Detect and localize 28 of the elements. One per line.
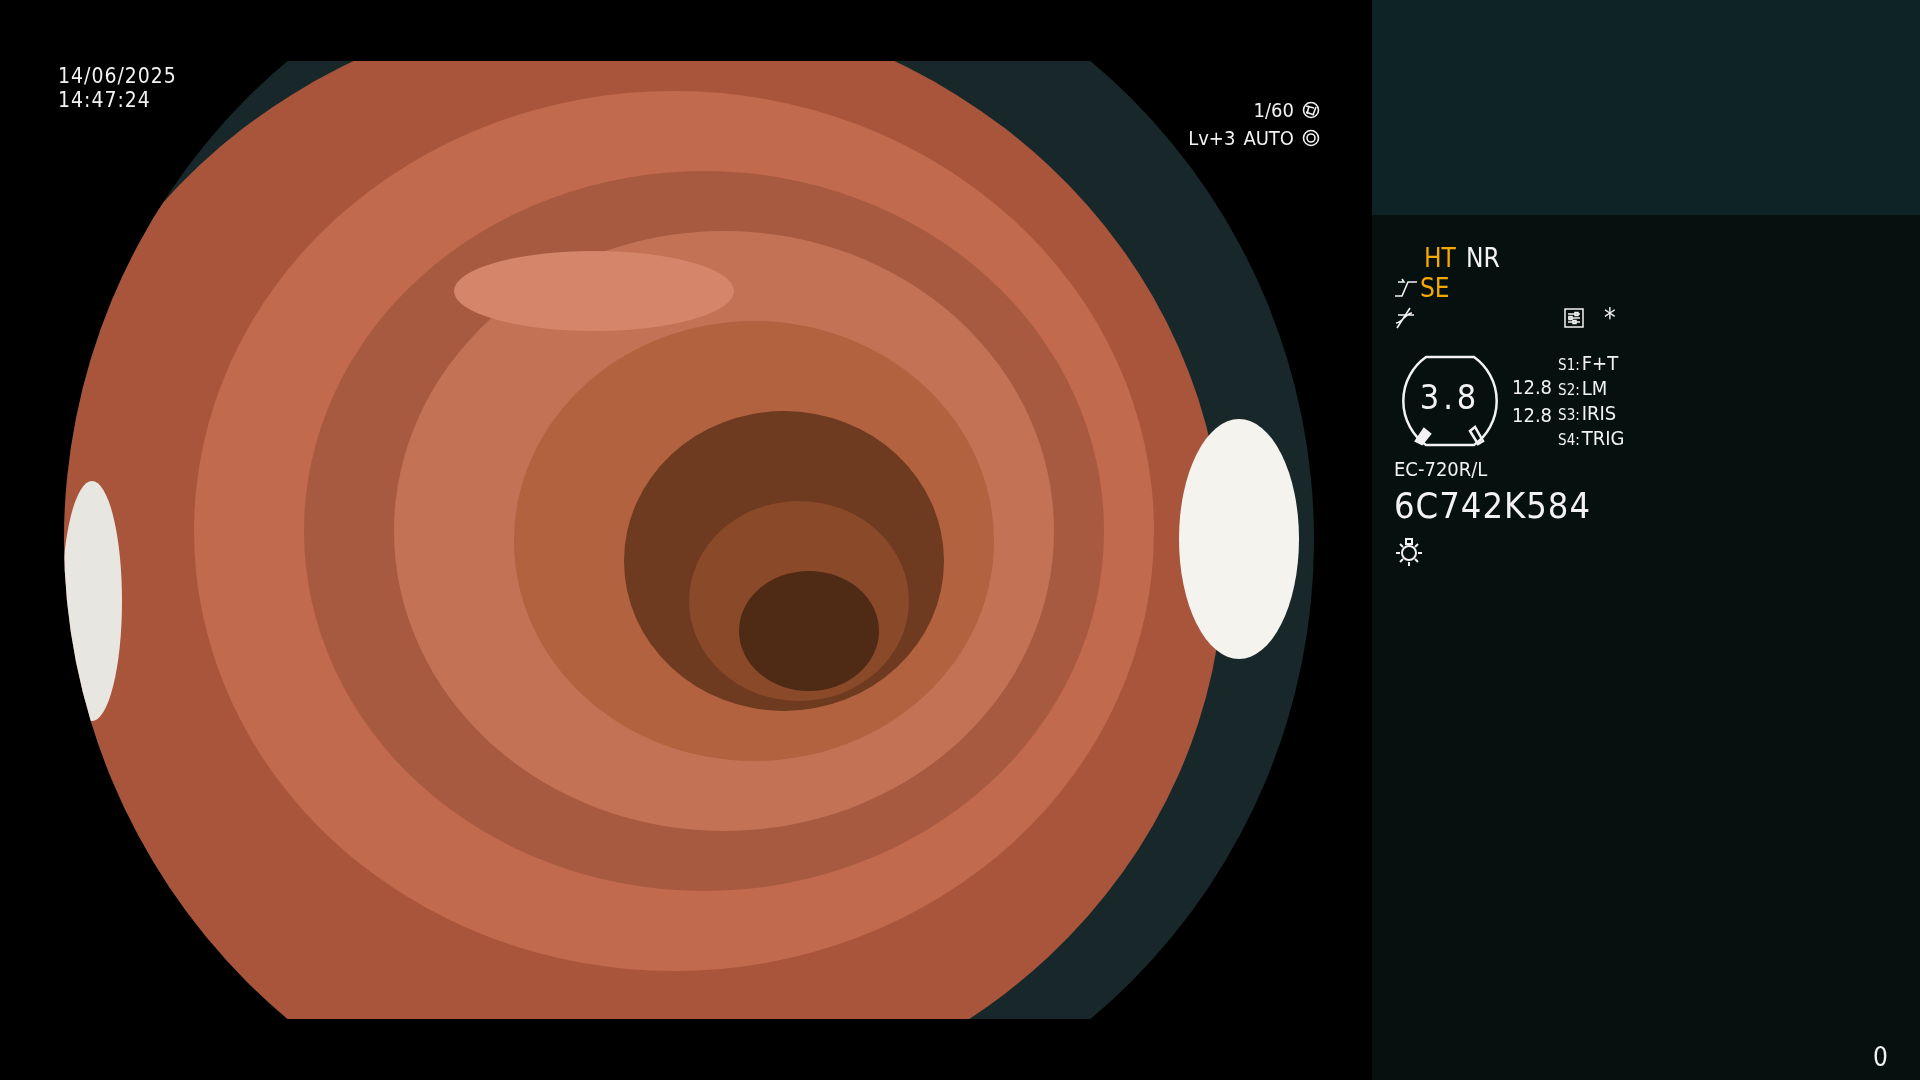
lamp-icon — [1394, 536, 1424, 566]
switch-key: S2: — [1558, 381, 1580, 399]
reading-value: 12.8 — [1512, 403, 1553, 427]
mode-indicator: NR — [1465, 243, 1500, 273]
switch-value: IRIS — [1581, 401, 1617, 425]
switch-key: S3: — [1558, 406, 1580, 424]
counter: 0 — [1873, 1042, 1888, 1072]
mode-indicator: HT — [1424, 243, 1456, 273]
exposure-mode: AUTO — [1243, 126, 1294, 150]
scope-model: EC-720R/L — [1394, 457, 1489, 481]
shutter-speed: 1/60 — [1253, 98, 1294, 122]
slashed-curve-icon — [1394, 307, 1416, 329]
switch-key: S1: — [1558, 356, 1580, 374]
switch-value: TRIG — [1581, 426, 1625, 450]
settings-icon — [1564, 308, 1584, 328]
mode-indicator: SE — [1420, 273, 1450, 303]
reading-value: 12.8 — [1512, 375, 1553, 399]
curve-icon — [1394, 278, 1418, 298]
switch-key: S4: — [1558, 431, 1580, 449]
switch-value: LM — [1581, 376, 1608, 400]
serial-number: 6C742K584 — [1394, 485, 1593, 526]
exposure-level: Lv+3 — [1188, 126, 1236, 150]
asterisk-mark: * — [1604, 303, 1616, 333]
aperture-icon — [1302, 101, 1320, 119]
time-text: 14:47:24 — [58, 88, 152, 112]
date-text: 14/06/2025 — [58, 64, 177, 88]
iris-icon — [1302, 129, 1320, 147]
switch-value: F+T — [1581, 351, 1619, 375]
